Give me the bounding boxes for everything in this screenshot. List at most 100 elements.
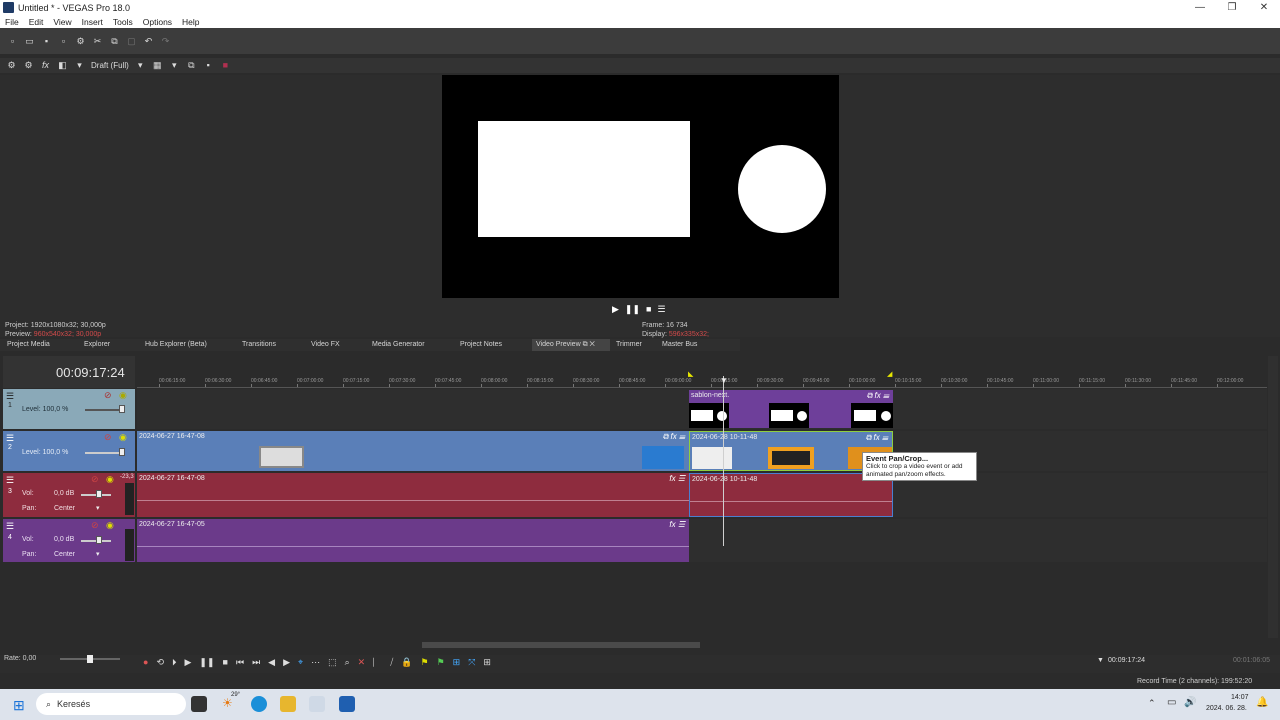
menu-edit[interactable]: Edit <box>24 17 49 27</box>
new-icon[interactable]: ▫ <box>8 36 17 46</box>
tab-project-notes[interactable]: Project Notes <box>454 339 532 351</box>
track-menu-icon[interactable]: ☰ <box>6 521 14 532</box>
snapping-icon[interactable]: ⊞ <box>453 657 461 668</box>
menu-insert[interactable]: Insert <box>77 17 108 27</box>
tab-media-generator[interactable]: Media Generator <box>367 339 454 351</box>
pause-icon[interactable]: ❚❚ <box>625 304 640 315</box>
chevron-down-icon[interactable]: ▾ <box>75 61 84 70</box>
overlays-icon[interactable]: ▦ <box>153 61 162 70</box>
tab-video-preview[interactable]: Video Preview ⧉ ✕ <box>532 339 610 351</box>
trim-icon[interactable]: ⎸ <box>373 657 382 668</box>
chevron-down-icon[interactable]: ▾ <box>170 61 179 70</box>
tab-video-fx[interactable]: Video FX <box>306 339 367 351</box>
scrollbar-thumb[interactable] <box>422 642 700 648</box>
windows-start-icon[interactable]: ⊞ <box>13 697 25 714</box>
redo-icon[interactable]: ↷ <box>161 36 170 46</box>
edge-browser-icon[interactable] <box>251 696 267 712</box>
system-tray-chevron-icon[interactable]: ⌃ <box>1148 698 1156 709</box>
region-icon[interactable]: ⚑ <box>437 657 445 668</box>
record-icon[interactable]: ● <box>143 657 148 668</box>
pan-slider-thumb[interactable]: ▾ <box>96 550 100 558</box>
weather-icon[interactable]: ☀ <box>222 696 233 710</box>
clip-fx-icons[interactable]: fx ☰ <box>669 474 685 483</box>
tab-trimmer[interactable]: Trimmer <box>610 339 657 351</box>
solo-icon[interactable]: ◉ <box>106 520 114 531</box>
save-icon[interactable]: ▪ <box>42 36 51 46</box>
solo-icon[interactable]: ◉ <box>119 432 127 443</box>
time-ruler[interactable]: 00:06:15:00 00:06:30:00 00:06:45:00 00:07:0… <box>137 376 1267 388</box>
save-snapshot-icon[interactable]: ▪ <box>204 61 213 70</box>
volume-icon[interactable]: 🔊 <box>1184 697 1196 708</box>
go-to-start-icon[interactable]: ⏮ <box>236 657 244 668</box>
loop-start-marker-icon[interactable]: ◣ <box>688 370 693 378</box>
tab-master-bus[interactable]: Master Bus <box>657 339 717 351</box>
cut-icon[interactable]: ✂ <box>93 36 102 46</box>
preview-settings-icon[interactable]: ⚙ <box>24 61 33 70</box>
mute-icon[interactable]: ⊘ <box>91 474 99 485</box>
properties-icon[interactable]: ⚙ <box>76 36 85 46</box>
clip-track3-a[interactable]: 2024-06-27 16-47-08 fx ☰ <box>137 473 689 517</box>
track-menu-icon[interactable]: ☰ <box>6 433 14 444</box>
normal-edit-tool-icon[interactable]: ⌖ <box>298 657 303 668</box>
playback-cursor[interactable] <box>723 376 724 546</box>
copy-icon[interactable]: ⧉ <box>110 36 119 46</box>
play-from-start-icon[interactable]: ⏵ <box>172 657 177 668</box>
split-screen-icon[interactable]: ◧ <box>58 61 67 70</box>
taskbar-search-box[interactable]: ⌕ Keresés <box>36 693 186 715</box>
cursor-marker-icon[interactable]: ▼ <box>720 376 728 385</box>
stop-icon[interactable]: ■ <box>223 657 228 668</box>
level-slider-thumb[interactable] <box>119 448 125 456</box>
menu-file[interactable]: File <box>0 17 24 27</box>
volume-slider-thumb[interactable] <box>96 490 102 498</box>
solo-icon[interactable]: ◉ <box>119 390 127 401</box>
lock-envelopes-icon[interactable]: ⊞ <box>483 657 491 668</box>
menu-options[interactable]: Options <box>138 17 177 27</box>
clip-fx-icons[interactable]: fx ☰ <box>669 520 685 529</box>
pan-crop-fx-icons[interactable]: ⧉ fx ☰ <box>866 433 888 443</box>
delete-icon[interactable]: ✕ <box>358 657 366 668</box>
minimize-button[interactable]: — <box>1184 0 1216 15</box>
prev-frame-icon[interactable]: ◀ <box>268 657 275 668</box>
tab-transitions[interactable]: Transitions <box>237 339 306 351</box>
rate-slider-thumb[interactable] <box>87 655 93 663</box>
network-icon[interactable]: ▭ <box>1167 697 1176 708</box>
menu-help[interactable]: Help <box>177 17 204 27</box>
menu-icon[interactable]: ☰ <box>657 304 665 315</box>
copy-snapshot-icon[interactable]: ⧉ <box>187 61 196 70</box>
tab-explorer[interactable]: Explorer <box>78 339 140 351</box>
track-menu-icon[interactable]: ☰ <box>6 475 14 486</box>
lock-icon[interactable]: 🔒 <box>401 657 412 668</box>
paste-icon[interactable]: ▢ <box>127 36 136 46</box>
file-explorer-icon[interactable] <box>280 696 296 712</box>
preview-quality-select[interactable]: Draft (Full) <box>91 61 129 70</box>
track-menu-icon[interactable]: ☰ <box>6 391 14 402</box>
vegas-taskbar-icon[interactable] <box>309 696 325 712</box>
go-to-end-icon[interactable]: ⏭ <box>252 657 260 668</box>
mute-icon[interactable]: ⊘ <box>104 390 112 401</box>
undock-icon[interactable]: ⧉ <box>583 341 588 348</box>
play-icon[interactable]: ▶ <box>612 304 619 315</box>
auto-ripple-icon[interactable]: ⤧ <box>468 657 475 668</box>
menu-view[interactable]: View <box>48 17 76 27</box>
pan-slider-thumb[interactable]: ▾ <box>96 504 100 512</box>
split-icon[interactable]: ⧸ <box>390 657 393 668</box>
save-as-icon[interactable]: ▫ <box>59 36 68 46</box>
volume-slider-thumb[interactable] <box>96 536 102 544</box>
tab-hub-explorer[interactable]: Hub Explorer (Beta) <box>140 339 237 351</box>
close-button[interactable]: ✕ <box>1248 0 1280 15</box>
tab-project-media[interactable]: Project Media <box>0 339 78 351</box>
next-frame-icon[interactable]: ▶ <box>283 657 290 668</box>
preview-properties-icon[interactable]: ⚙ <box>7 61 16 70</box>
open-icon[interactable]: ▭ <box>25 36 34 46</box>
vertical-scrollbar[interactable] <box>1268 356 1278 638</box>
mute-icon[interactable]: ⊘ <box>91 520 99 531</box>
clip-track4-a[interactable]: 2024-06-27 16-47-05 fx ☰ <box>137 519 689 562</box>
maximize-button[interactable]: ❐ <box>1216 0 1248 15</box>
record-icon[interactable]: ■ <box>221 61 230 70</box>
zoom-tool-icon[interactable]: ⌕ <box>345 657 350 668</box>
play-icon[interactable]: ▶ <box>185 657 192 668</box>
clip-fx-icons[interactable]: ⧉ fx ☰ <box>663 432 685 442</box>
video-fx-icon[interactable]: fx <box>41 61 50 70</box>
app-taskbar-icon[interactable] <box>339 696 355 712</box>
stop-icon[interactable]: ■ <box>646 304 651 315</box>
